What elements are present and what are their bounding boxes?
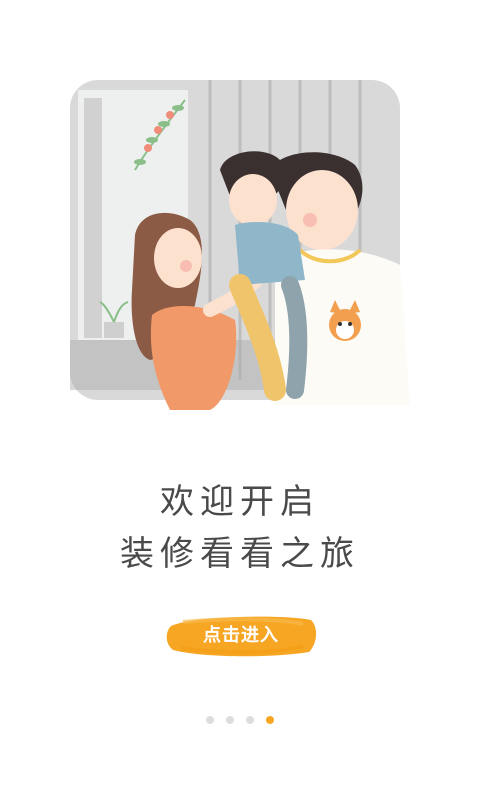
- page-dot-3[interactable]: [246, 716, 254, 724]
- page-indicator: [0, 716, 480, 724]
- enter-button-label: 点击进入: [203, 625, 279, 645]
- family-illustration: [70, 80, 410, 410]
- page-dot-1[interactable]: [206, 716, 214, 724]
- onboarding-screen: 欢迎开启 装修看看之旅 点击进入: [0, 0, 480, 800]
- welcome-title-line2: 装修看看之旅: [120, 534, 360, 574]
- page-dot-4-active[interactable]: [266, 716, 274, 724]
- enter-button[interactable]: 点击进入: [163, 610, 319, 660]
- welcome-title-line1: 欢迎开启: [160, 482, 320, 522]
- page-dot-2[interactable]: [226, 716, 234, 724]
